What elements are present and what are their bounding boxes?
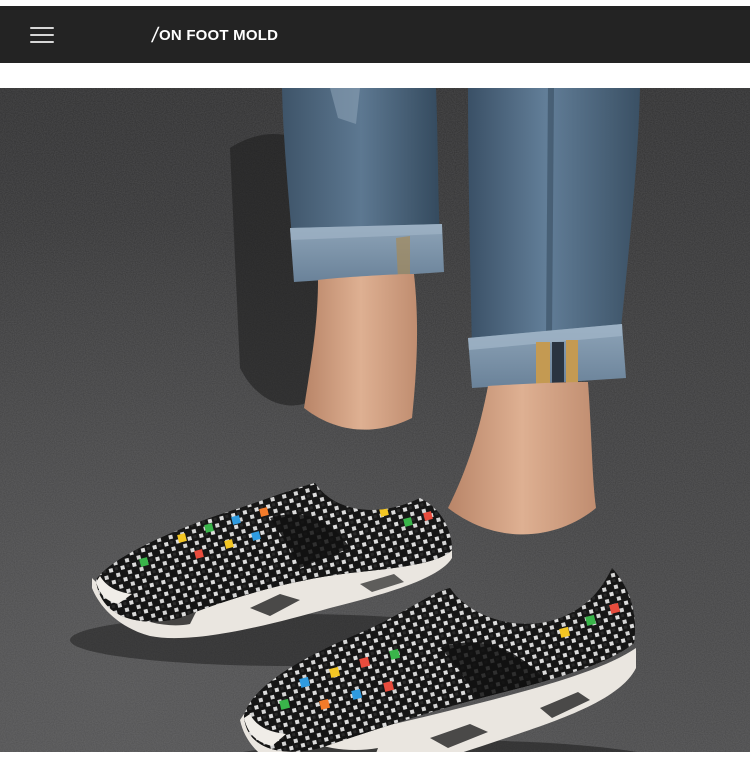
product-photo	[0, 88, 750, 752]
cuff-selvedge-stripe	[536, 342, 550, 386]
menu-line	[30, 27, 54, 29]
page: /ON FOOT MOLD	[0, 0, 750, 765]
left-ankle	[304, 274, 418, 430]
header-spacer	[0, 63, 750, 88]
menu-line	[30, 34, 54, 36]
menu-line	[30, 41, 54, 43]
right-jeans-leg	[468, 88, 640, 350]
hamburger-menu-icon[interactable]	[22, 20, 62, 50]
left-jeans-leg	[282, 88, 440, 238]
top-navigation-bar: /ON FOOT MOLD	[0, 6, 750, 63]
bottom-spacer	[0, 752, 750, 765]
brand-title[interactable]: /ON FOOT MOLD	[150, 24, 279, 48]
brand-title-text: ON FOOT MOLD	[159, 27, 279, 44]
